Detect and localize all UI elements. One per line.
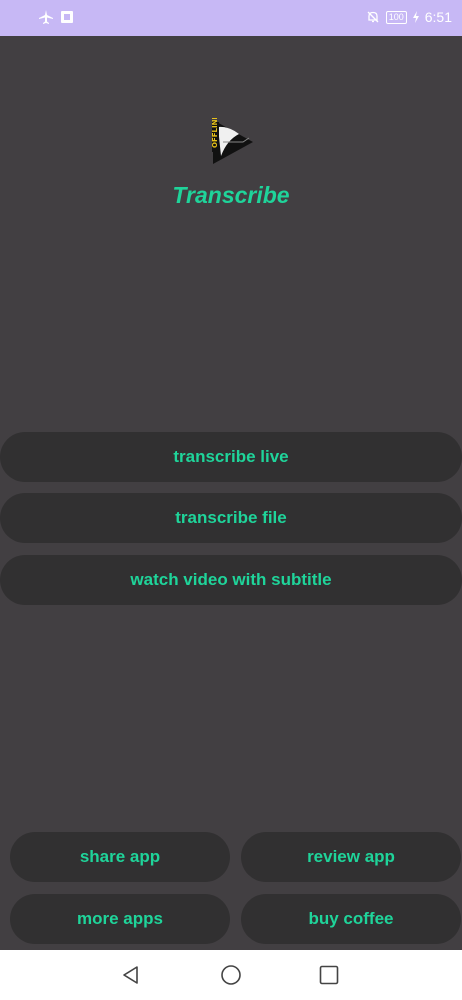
back-icon[interactable] [120, 964, 142, 986]
navigation-bar [0, 950, 462, 1000]
transcribe-live-label: transcribe live [173, 447, 289, 466]
status-right-icons: 100 6:51 [366, 9, 452, 25]
more-apps-label: more apps [77, 909, 163, 928]
status-left-icons [38, 9, 74, 25]
buy-coffee-label: buy coffee [308, 909, 394, 928]
offline-play-logo: OFFLINE [211, 118, 253, 164]
home-icon[interactable] [220, 964, 242, 986]
svg-text:OFFLINE: OFFLINE [211, 118, 219, 148]
share-app-label: share app [79, 847, 161, 866]
transcribe-file-button[interactable]: transcribe file [0, 493, 462, 543]
status-bar: 100 6:51 [0, 0, 462, 36]
app-title: Transcribe [172, 182, 290, 208]
mute-bell-icon [367, 11, 379, 23]
transcribe-file-label: transcribe file [175, 508, 287, 527]
review-app-button[interactable]: review app [241, 832, 461, 882]
recents-icon[interactable] [318, 964, 340, 986]
transcribe-live-button[interactable]: transcribe live [0, 432, 462, 482]
battery-icon: 100 [385, 10, 407, 24]
charging-icon [412, 11, 419, 23]
watch-video-subtitle-label: watch video with subtitle [130, 570, 332, 589]
review-app-label: review app [307, 847, 395, 866]
buy-coffee-button[interactable]: buy coffee [241, 894, 461, 944]
share-app-button[interactable]: share app [10, 832, 230, 882]
more-apps-button[interactable]: more apps [10, 894, 230, 944]
airplane-icon [39, 10, 53, 24]
notification-app-icon [61, 11, 73, 23]
clock: 6:51 [424, 9, 452, 25]
watch-video-subtitle-button[interactable]: watch video with subtitle [0, 555, 462, 605]
